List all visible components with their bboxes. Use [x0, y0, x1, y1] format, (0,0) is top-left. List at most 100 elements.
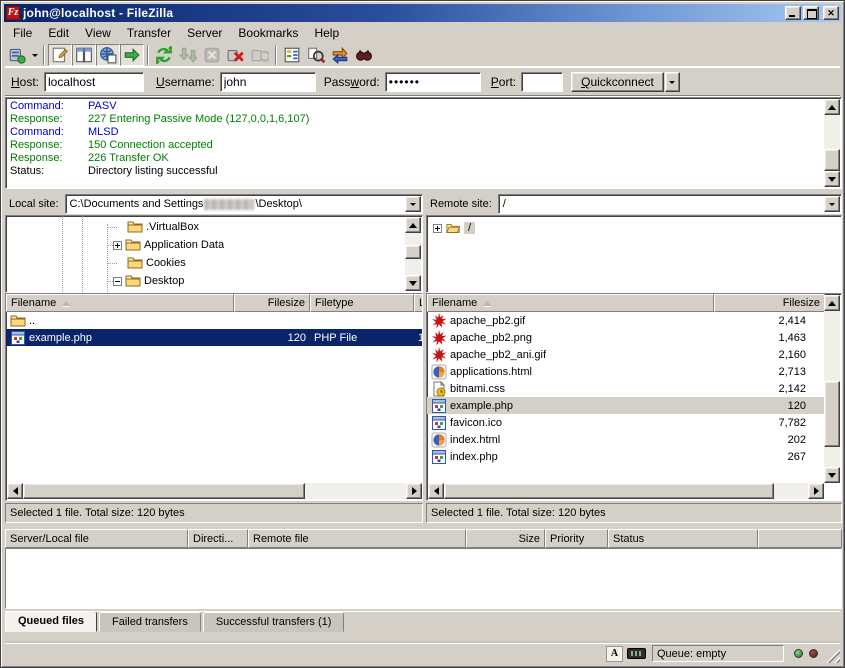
quickconnect-dropdown-button[interactable] [665, 72, 680, 92]
remote-list-hscrollbar[interactable] [428, 483, 824, 499]
file-row-favicon.ico[interactable]: favicon.ico7,782 [427, 414, 825, 431]
file-row-index.php[interactable]: index.php267 [427, 448, 825, 465]
scroll-down-icon[interactable] [824, 467, 840, 483]
local-tree[interactable]: .VirtualBoxApplication DataCookiesDeskto… [5, 215, 423, 293]
remote-file-list[interactable]: FilenameFilesize apache_pb2.gif2,414apac… [426, 293, 842, 501]
dropdown-arrow-icon[interactable] [29, 44, 40, 66]
scrollbar-thumb[interactable] [405, 245, 421, 259]
app-icon[interactable]: Fz [6, 6, 20, 20]
scroll-down-icon[interactable] [405, 275, 421, 291]
tree-item-desktop[interactable]: Desktop [6, 272, 404, 290]
file-row-apache-pb2.png[interactable]: apache_pb2.png1,463 [427, 329, 825, 346]
column-header-filesize[interactable]: Filesize [714, 294, 825, 312]
file-row-apache-pb2-ani.gif[interactable]: apache_pb2_ani.gif2,160 [427, 346, 825, 363]
local-list-hscrollbar[interactable] [7, 483, 422, 499]
host-input[interactable] [44, 72, 144, 92]
scroll-right-icon[interactable] [406, 483, 422, 499]
menu-bookmarks[interactable]: Bookmarks [230, 24, 306, 42]
queue-column-directi-[interactable]: Directi... [188, 529, 248, 548]
menu-transfer[interactable]: Transfer [119, 24, 179, 42]
resize-grip[interactable] [826, 649, 840, 663]
refresh-icon[interactable] [152, 44, 176, 66]
toggle-remote-tree-icon[interactable] [96, 44, 120, 66]
username-input[interactable] [220, 72, 316, 92]
expander-minus-icon[interactable] [113, 277, 122, 286]
quickconnect-button[interactable]: Quickconnect [571, 72, 664, 92]
remote-site-combo[interactable]: / [498, 194, 842, 214]
tree-item--virtualbox[interactable]: .VirtualBox [6, 218, 404, 236]
file-row-example.php[interactable]: example.php120 [427, 397, 825, 414]
local-site-combo[interactable]: C:\Documents and Settings\Desktop\ [65, 194, 423, 214]
column-header-last-modified[interactable]: Last modified [414, 294, 423, 312]
compare-icon[interactable] [304, 44, 328, 66]
message-log[interactable]: Command:PASVResponse:227 Entering Passiv… [5, 97, 842, 189]
column-header-filename[interactable]: Filename [427, 294, 714, 312]
menu-edit[interactable]: Edit [40, 24, 77, 42]
password-input[interactable] [385, 72, 481, 92]
filter-icon[interactable] [280, 44, 304, 66]
scroll-left-icon[interactable] [7, 483, 23, 499]
queue-column-priority[interactable]: Priority [545, 529, 608, 548]
cancel-icon[interactable] [200, 44, 224, 66]
scroll-right-icon[interactable] [808, 483, 824, 499]
close-button[interactable]: ✕ [823, 6, 839, 20]
menu-file[interactable]: File [5, 24, 40, 42]
tree-item-application-data[interactable]: Application Data [6, 236, 404, 254]
scroll-left-icon[interactable] [428, 483, 444, 499]
column-header-filesize[interactable]: Filesize [234, 294, 310, 312]
port-input[interactable] [521, 72, 563, 92]
menu-help[interactable]: Help [306, 24, 347, 42]
process-queue-icon[interactable] [176, 44, 200, 66]
toggle-local-tree-icon[interactable] [72, 44, 96, 66]
scrollbar-thumb[interactable] [824, 149, 840, 171]
queue-column-size[interactable]: Size [466, 529, 545, 548]
expander-plus-icon[interactable] [113, 241, 122, 250]
sync-browsing-icon[interactable] [328, 44, 352, 66]
remote-list-vscrollbar[interactable] [824, 295, 840, 483]
data-type-indicator-icon[interactable]: A [606, 646, 623, 662]
scrollbar-thumb[interactable] [824, 381, 840, 447]
column-header-filetype[interactable]: Filetype [310, 294, 414, 312]
local-tree-vscrollbar[interactable] [405, 217, 421, 291]
local-file-list[interactable]: FilenameFilesizeFiletypeLast modified ..… [5, 293, 423, 501]
speed-limit-icon[interactable] [627, 648, 646, 659]
scroll-up-icon[interactable] [405, 217, 421, 233]
column-header-filename[interactable]: Filename [6, 294, 234, 312]
tab-queued-files[interactable]: Queued files [5, 611, 97, 632]
file-row-apache-pb2.gif[interactable]: apache_pb2.gif2,414 [427, 312, 825, 329]
tree-item-cookies[interactable]: Cookies [6, 254, 404, 272]
toggle-queue-icon[interactable] [120, 44, 144, 66]
site-manager-icon[interactable] [5, 44, 29, 66]
queue-column-server-local-file[interactable]: Server/Local file [5, 529, 188, 548]
chevron-down-icon[interactable] [405, 196, 421, 212]
queue-column-status[interactable]: Status [608, 529, 758, 548]
menu-view[interactable]: View [77, 24, 119, 42]
reconnect-icon[interactable] [248, 44, 272, 66]
find-files-icon[interactable] [352, 44, 376, 66]
log-vscrollbar[interactable] [824, 99, 840, 187]
file-row-example.php[interactable]: example.php120PHP File1 [6, 329, 422, 346]
file-row-..[interactable]: .. [6, 312, 422, 329]
remote-tree[interactable]: / [426, 215, 842, 293]
disconnect-icon[interactable] [224, 44, 248, 66]
expander-plus-icon[interactable] [433, 224, 442, 233]
file-row-bitnami.css[interactable]: bitnami.css2,142 [427, 380, 825, 397]
toggle-message-log-icon[interactable] [48, 44, 72, 66]
queue-body[interactable] [5, 548, 842, 609]
scroll-down-icon[interactable] [824, 171, 840, 187]
minimize-button[interactable] [785, 6, 801, 20]
scrollbar-thumb[interactable] [23, 483, 305, 499]
tab-failed-transfers[interactable]: Failed transfers [99, 612, 201, 632]
queue-column-spacer[interactable] [758, 529, 842, 548]
scroll-up-icon[interactable] [824, 99, 840, 115]
scroll-up-icon[interactable] [824, 295, 840, 311]
file-row-applications.html[interactable]: applications.html2,713 [427, 363, 825, 380]
menu-server[interactable]: Server [179, 24, 230, 42]
queue-column-remote-file[interactable]: Remote file [248, 529, 466, 548]
tab-successful-transfers-1-[interactable]: Successful transfers (1) [203, 612, 345, 632]
tree-item-root[interactable]: / [427, 219, 841, 237]
file-row-index.html[interactable]: index.html202 [427, 431, 825, 448]
maximize-button[interactable] [803, 6, 819, 20]
chevron-down-icon[interactable] [824, 196, 840, 212]
scrollbar-thumb[interactable] [444, 483, 774, 499]
